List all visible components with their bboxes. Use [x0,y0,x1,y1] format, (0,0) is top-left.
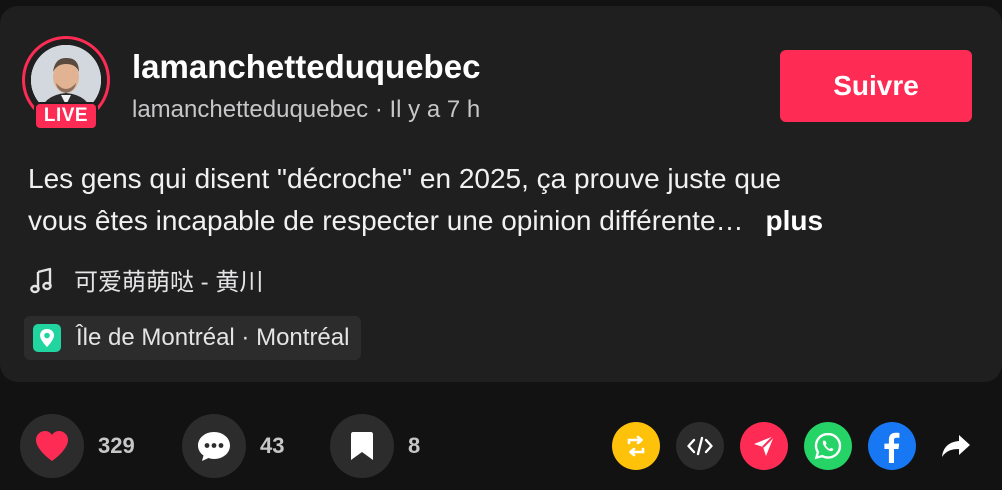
location-label: Île de Montréal · Montréal [76,324,350,351]
username[interactable]: lamanchetteduquebec [132,48,480,86]
post-card: LIVE lamanchetteduquebec lamanchetteduqu… [0,6,1002,382]
share-arrow-icon [942,435,970,457]
music-note-icon [30,267,52,293]
caption-line-1: Les gens qui disent "décroche" en 2025, … [28,163,782,194]
caption: Les gens qui disent "décroche" en 2025, … [28,158,972,242]
whatsapp-icon [814,432,842,460]
follow-button[interactable]: Suivre [780,50,972,122]
embed-button[interactable] [676,422,724,470]
more-share-button[interactable] [932,422,980,470]
caption-line-2: vous êtes incapable de respecter une opi… [28,200,972,242]
music-title: 可爱萌萌哒 - 黄川 [74,269,264,296]
send-icon [754,435,775,456]
facebook-icon [884,432,900,463]
comment-action[interactable]: 43 [182,414,284,478]
whatsapp-button[interactable] [804,422,852,470]
heart-icon [36,431,68,461]
like-button[interactable] [20,414,84,478]
comment-icon [198,432,230,461]
bookmark-icon [351,432,373,460]
save-button[interactable] [330,414,394,478]
live-badge: LIVE [34,102,98,130]
facebook-button[interactable] [868,422,916,470]
send-button[interactable] [740,422,788,470]
avatar-live[interactable]: LIVE [22,36,116,130]
comment-count: 43 [260,433,285,458]
embed-icon [687,436,713,456]
caption-line-2-text: vous êtes incapable de respecter une opi… [28,205,744,236]
repost-icon [627,435,645,457]
location-pin-icon [33,324,61,352]
music-link[interactable]: 可爱萌萌哒 - 黄川 [30,262,263,297]
author-handle-and-time: lamanchetteduquebec · Il y a 7 h [132,96,481,123]
action-bar: 329 43 8 [0,414,1002,478]
like-action[interactable]: 329 [20,414,135,478]
like-count: 329 [98,433,135,458]
save-action[interactable]: 8 [330,414,420,478]
location-tag[interactable]: Île de Montréal · Montréal [24,316,362,360]
save-count: 8 [408,433,421,458]
comment-button[interactable] [182,414,246,478]
more-link[interactable]: plus [766,205,824,236]
repost-button[interactable] [612,422,660,470]
